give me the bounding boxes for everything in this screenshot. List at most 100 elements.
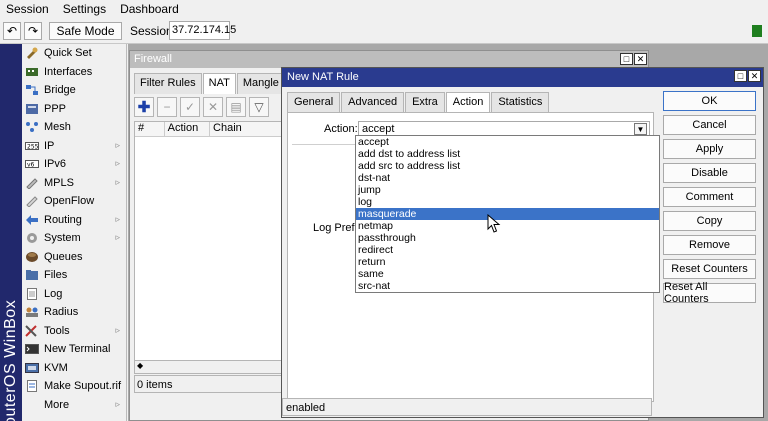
sidebar-item-quick-set[interactable]: Quick Set — [22, 44, 126, 63]
reset-all-counters-button[interactable]: Reset All Counters — [663, 281, 756, 305]
option-passthrough[interactable]: passthrough — [356, 232, 659, 244]
option-jump[interactable]: jump — [356, 184, 659, 196]
tab-nat[interactable]: NAT — [202, 73, 236, 94]
sidebar-item-system[interactable]: System ▹ — [22, 229, 126, 248]
nat-rule-tabs: General Advanced Extra Action Statistics — [287, 92, 550, 112]
system-icon — [25, 232, 39, 244]
mouse-cursor-icon — [487, 214, 501, 233]
sidebar-item-tools[interactable]: Tools ▹ — [22, 322, 126, 341]
sidebar-item-mpls[interactable]: MPLS ▹ — [22, 174, 126, 193]
sidebar-item-interfaces[interactable]: Interfaces — [22, 63, 126, 82]
sidebar-item-bridge[interactable]: Bridge — [22, 81, 126, 100]
firewall-titlebar[interactable]: Firewall □ ✕ — [130, 51, 648, 68]
option-add-src-to-address-list[interactable]: add src to address list — [356, 160, 659, 172]
tab-action[interactable]: Action — [445, 92, 491, 112]
kvm-icon — [25, 362, 39, 374]
option-masquerade[interactable]: masquerade — [356, 208, 659, 220]
restore-button[interactable]: □ — [620, 53, 633, 65]
tab-statistics[interactable]: Statistics — [491, 92, 550, 112]
sidebar-item-ip[interactable]: 255 IP ▹ — [22, 137, 126, 156]
tools-icon — [25, 325, 39, 337]
ok-button[interactable]: OK — [663, 91, 756, 111]
dropdown-arrow-icon[interactable]: ▼ — [634, 123, 647, 135]
queues-icon — [25, 251, 39, 263]
copy-button[interactable]: Copy — [663, 211, 756, 231]
sidebar-item-openflow[interactable]: OpenFlow — [22, 192, 126, 211]
restore-button[interactable]: □ — [734, 70, 747, 82]
cancel-button[interactable]: Cancel — [663, 115, 756, 135]
apply-button[interactable]: Apply — [663, 139, 756, 159]
rule-status: enabled — [282, 398, 652, 416]
redo-icon: ↷ — [27, 24, 39, 38]
sidebar-item-log[interactable]: Log — [22, 285, 126, 304]
tab-extra[interactable]: Extra — [405, 92, 445, 112]
ppp-icon — [25, 103, 39, 115]
session-field[interactable]: 37.72.174.15 — [169, 21, 236, 40]
firewall-toolbar: ✚ − ✓ ✕ ▤ ▽ — [134, 97, 272, 119]
routing-icon — [25, 214, 39, 226]
chevron-right-icon: ▹ — [115, 398, 120, 409]
item-count: 0 items — [134, 375, 284, 393]
redo-button[interactable]: ↷ — [24, 22, 42, 40]
disable-button[interactable]: ✕ — [203, 97, 223, 117]
option-return[interactable]: return — [356, 256, 659, 268]
sidebar-item-ipv6[interactable]: v6 IPv6 ▹ — [22, 155, 126, 174]
tab-advanced[interactable]: Advanced — [341, 92, 405, 112]
tab-general[interactable]: General — [287, 92, 341, 112]
sidebar-item-mesh[interactable]: Mesh — [22, 118, 126, 137]
comment-button[interactable]: ▤ — [226, 97, 246, 117]
sidebar-item-more[interactable]: More ▹ — [22, 396, 126, 415]
sidebar-item-files[interactable]: Files — [22, 266, 126, 285]
option-accept[interactable]: accept — [356, 136, 659, 148]
nat-rule-titlebar[interactable]: New NAT Rule □ ✕ — [282, 68, 763, 87]
mesh-icon — [25, 121, 39, 133]
horizontal-scrollbar[interactable]: ◆ — [134, 360, 284, 374]
comment-button[interactable]: Comment — [663, 187, 756, 207]
menu-dashboard[interactable]: Dashboard — [120, 2, 179, 16]
column-header-chain[interactable]: Chain — [210, 122, 283, 136]
column-header-number[interactable]: # — [135, 122, 165, 136]
chevron-right-icon: ▹ — [115, 232, 120, 242]
minus-icon: − — [163, 100, 171, 114]
sidebar-item-queues[interactable]: Queues — [22, 248, 126, 267]
sidebar-item-make-supout[interactable]: Make Supout.rif — [22, 377, 126, 396]
filter-button[interactable]: ▽ — [249, 97, 269, 117]
tab-mangle[interactable]: Mangle — [236, 73, 285, 94]
openflow-icon — [25, 195, 39, 208]
option-same[interactable]: same — [356, 268, 659, 280]
option-log[interactable]: log — [356, 196, 659, 208]
remove-button[interactable]: Remove — [663, 235, 756, 255]
x-icon: ✕ — [207, 100, 219, 114]
remove-button[interactable]: − — [157, 97, 177, 117]
menubar: Session Settings Dashboard — [0, 0, 768, 18]
menu-session[interactable]: Session — [6, 2, 49, 16]
undo-button[interactable]: ↶ — [3, 22, 21, 40]
option-dst-nat[interactable]: dst-nat — [356, 172, 659, 184]
sidebar-item-radius[interactable]: Radius — [22, 303, 126, 322]
connection-status-indicator — [752, 25, 762, 37]
tab-filter-rules[interactable]: Filter Rules — [134, 73, 202, 94]
menu-settings[interactable]: Settings — [63, 2, 106, 16]
safe-mode-button[interactable]: Safe Mode — [49, 22, 122, 40]
check-icon: ✓ — [184, 100, 196, 114]
disable-button[interactable]: Disable — [663, 163, 756, 183]
svg-text:v6: v6 — [27, 162, 35, 169]
close-button[interactable]: ✕ — [748, 70, 761, 82]
option-redirect[interactable]: redirect — [356, 244, 659, 256]
option-src-nat[interactable]: src-nat — [356, 280, 659, 292]
enable-button[interactable]: ✓ — [180, 97, 200, 117]
sidebar: Quick Set Interfaces Bridge PPP Mesh 255… — [22, 44, 127, 421]
scroll-left-icon: ◆ — [137, 361, 144, 370]
sidebar-item-routing[interactable]: Routing ▹ — [22, 211, 126, 230]
column-header-action[interactable]: Action — [165, 122, 211, 136]
log-icon — [25, 287, 39, 300]
sidebar-item-kvm[interactable]: KVM — [22, 359, 126, 378]
add-button[interactable]: ✚ — [134, 97, 154, 117]
option-add-dst-to-address-list[interactable]: add dst to address list — [356, 148, 659, 160]
chevron-right-icon: ▹ — [115, 176, 120, 187]
sidebar-item-ppp[interactable]: PPP — [22, 100, 126, 119]
sidebar-item-new-terminal[interactable]: New Terminal — [22, 340, 126, 359]
reset-counters-button[interactable]: Reset Counters — [663, 259, 756, 279]
close-button[interactable]: ✕ — [634, 53, 647, 65]
option-netmap[interactable]: netmap — [356, 220, 659, 232]
